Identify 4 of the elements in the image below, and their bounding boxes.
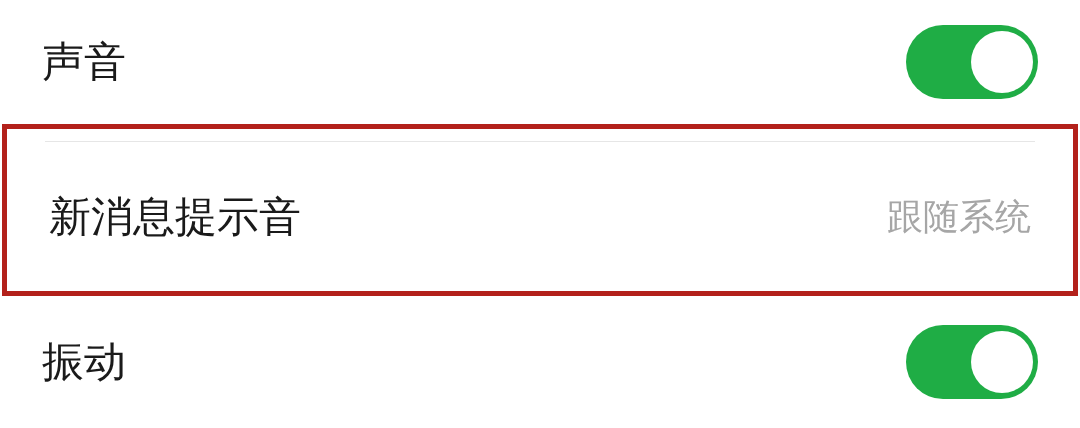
setting-label: 振动 bbox=[42, 340, 126, 383]
setting-label: 声音 bbox=[42, 41, 126, 84]
setting-value: 跟随系统 bbox=[887, 198, 1031, 235]
setting-label: 新消息提示音 bbox=[49, 195, 301, 238]
